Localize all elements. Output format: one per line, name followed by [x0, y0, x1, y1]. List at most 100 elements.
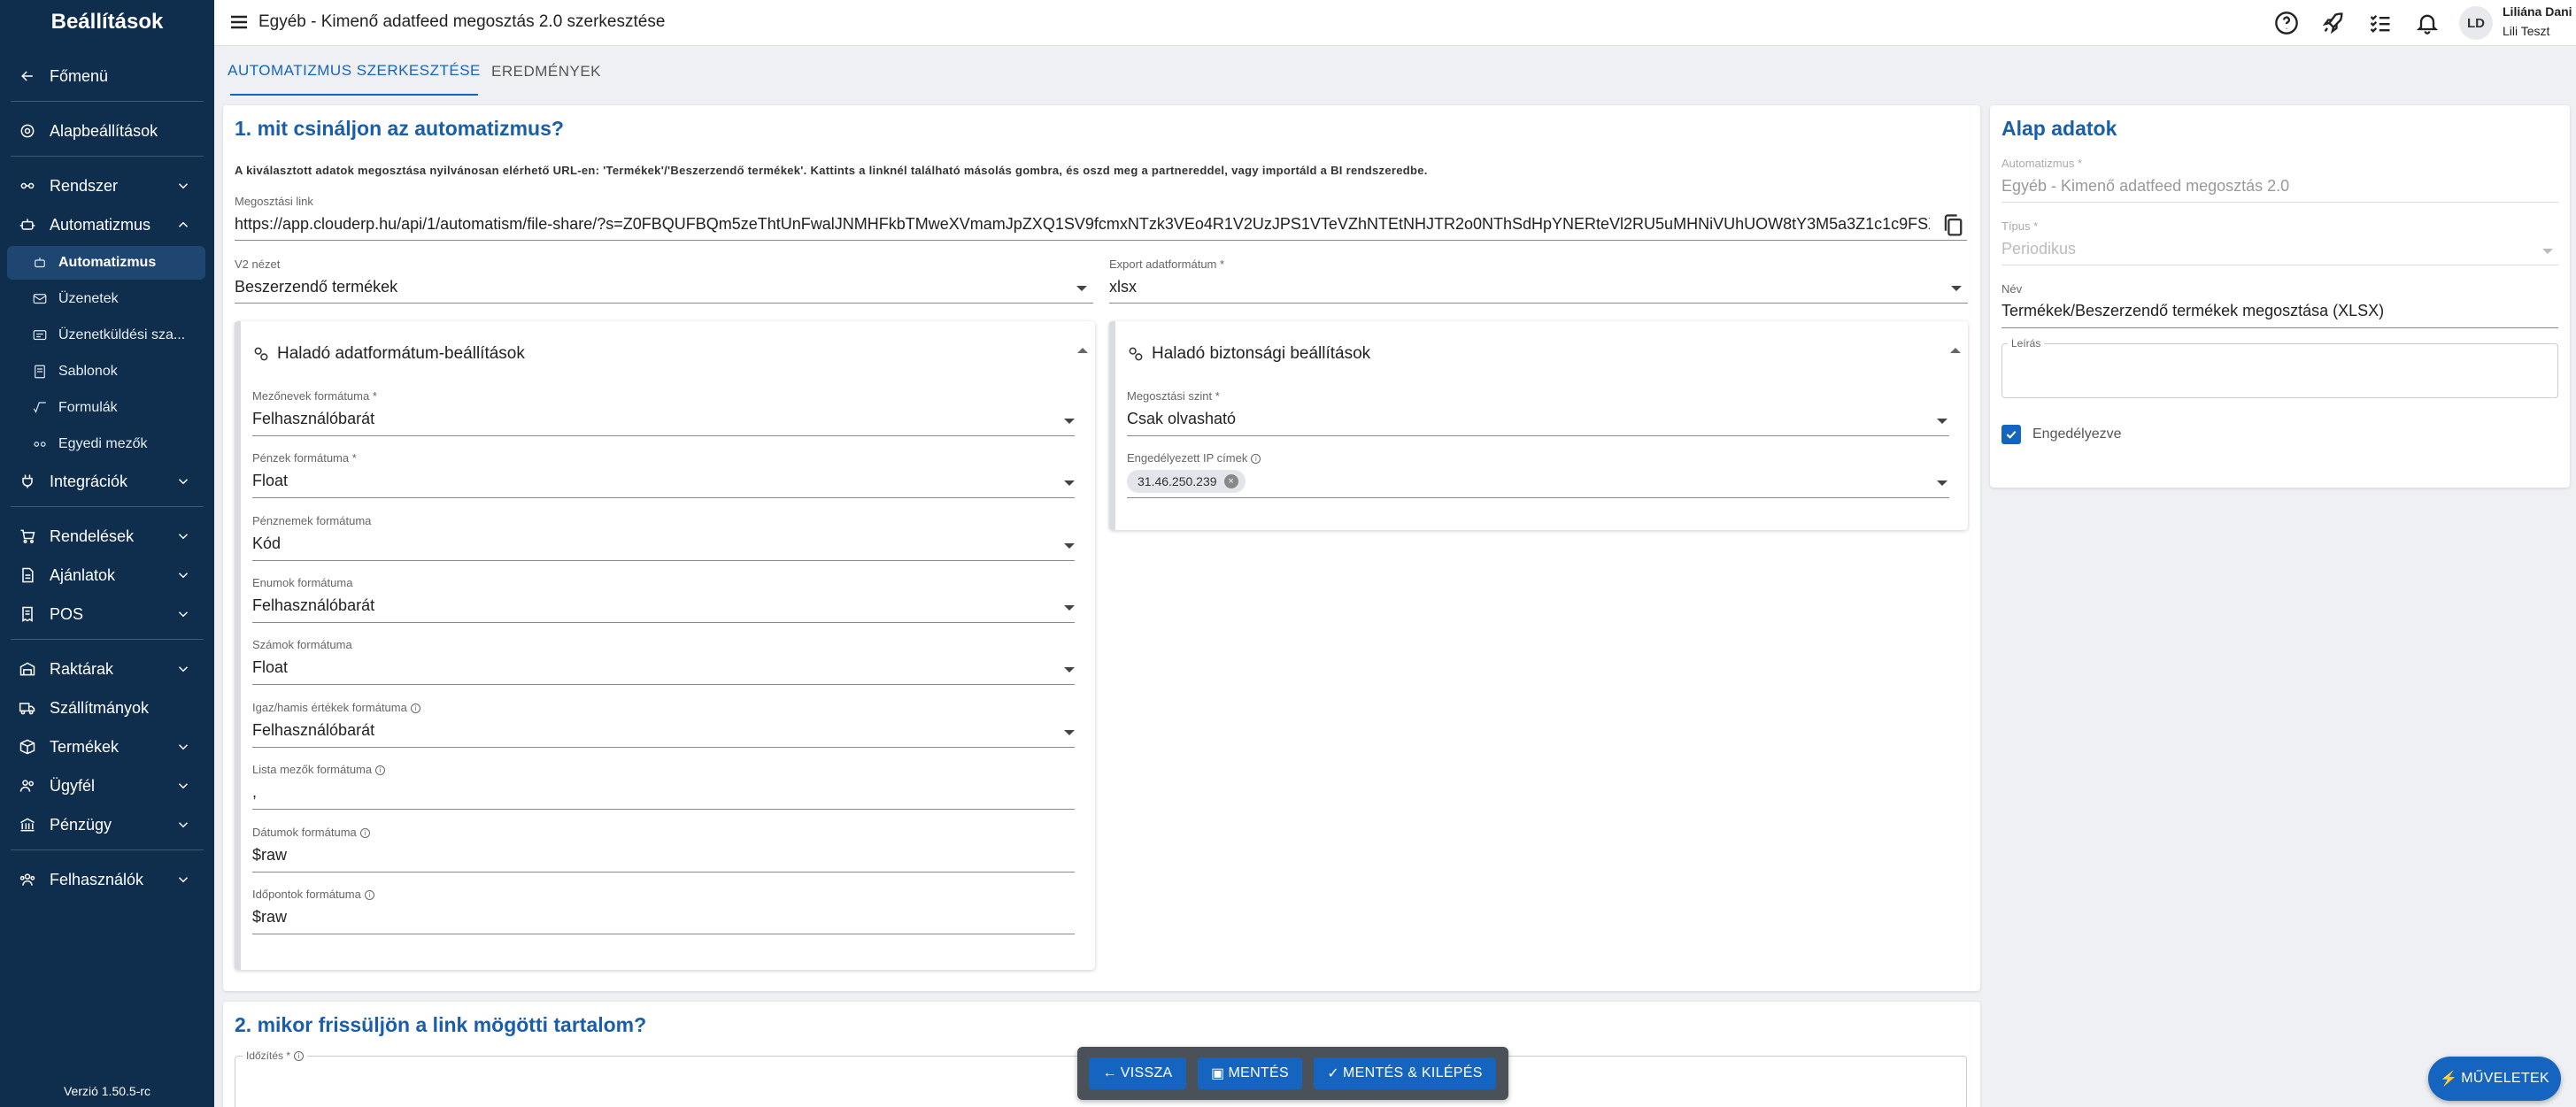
sidebar-subitem-label: Egyedi mezők: [58, 436, 148, 451]
number-format-label: Számok formátuma: [252, 638, 352, 651]
sidebar-item-label: Rendszer: [50, 176, 119, 195]
caret-down-icon: [1064, 480, 1075, 486]
advanced-format-toggle[interactable]: Haladó adatformátum-beállítások: [252, 344, 525, 364]
field-underline: [2001, 202, 2558, 203]
back-button[interactable]: ← VISSZA: [1089, 1057, 1186, 1089]
caret-down-icon: [1064, 667, 1075, 673]
chevron-up-icon: [175, 217, 191, 233]
operations-button[interactable]: ⚡ MŰVELETEK: [2428, 1057, 2561, 1101]
copy-icon[interactable]: [1940, 212, 1965, 239]
caret-down-icon: [1064, 605, 1075, 611]
task-list-icon[interactable]: [2367, 10, 2394, 36]
sidebar-subitem-sablonok[interactable]: Sablonok: [7, 355, 205, 388]
description-textarea[interactable]: [2001, 343, 2558, 398]
name-input[interactable]: Termékek/Beszerzendő termékek megosztása…: [2001, 302, 2550, 320]
users-group-icon: [18, 870, 37, 889]
info-icon[interactable]: i: [410, 703, 420, 714]
save-button[interactable]: ▣ MENTÉS: [1198, 1057, 1302, 1089]
sidebar-subitem-egyedi-mezok[interactable]: Egyedi mezők: [7, 427, 205, 461]
avatar[interactable]: LD: [2459, 6, 2493, 40]
chevron-down-icon: [175, 567, 191, 583]
sidebar-item-felhasznalok[interactable]: Felhasználók: [0, 862, 214, 897]
sidebar-item-raktarak[interactable]: Raktárak: [0, 651, 214, 687]
warehouse-icon: [18, 659, 37, 679]
enabled-checkbox[interactable]: [2001, 425, 2021, 444]
caret-down-icon: [1937, 480, 1947, 486]
v2-view-label: V2 nézet: [235, 258, 281, 271]
datetime-format-input[interactable]: $raw: [252, 908, 1031, 926]
date-format-input[interactable]: $raw: [252, 846, 1031, 865]
info-icon[interactable]: i: [359, 828, 370, 839]
bell-icon[interactable]: [2414, 10, 2441, 36]
enum-format-label: Enumok formátuma: [252, 576, 353, 589]
sidebar-item-termekek[interactable]: Termékek: [0, 729, 214, 765]
share-link-field[interactable]: https://app.clouderp.hu/api/1/automatism…: [235, 215, 1930, 234]
sidebar-item-penzugy[interactable]: Pénzügy: [0, 807, 214, 842]
v2-view-select[interactable]: Beszerzendő termékek: [235, 278, 1084, 296]
sidebar-item-ugyfel[interactable]: Ügyfél: [0, 768, 214, 803]
sidebar-item-szallitmanyok[interactable]: Szállítmányok: [0, 690, 214, 726]
field-names-format-select[interactable]: Felhasználóbarát: [252, 410, 1031, 428]
number-format-select[interactable]: Float: [252, 658, 1031, 677]
sidebar-back-button[interactable]: Főmenü: [0, 58, 214, 94]
sidebar-subitem-formulak[interactable]: Formulák: [7, 391, 205, 425]
tab-eredmenyek[interactable]: EREDMÉNYEK: [489, 47, 604, 96]
sidebar-subitem-uzenetek[interactable]: Üzenetek: [7, 282, 205, 316]
description-label: Leírás: [2008, 337, 2045, 350]
sidebar-item-rendszer[interactable]: Rendszer: [0, 168, 214, 204]
field-underline: [252, 435, 1075, 436]
cart-icon: [18, 527, 37, 546]
chip-remove-icon[interactable]: ×: [1223, 474, 1238, 488]
gears-icon: [254, 347, 268, 361]
collapse-icon[interactable]: [1950, 348, 1961, 353]
template-icon: [32, 364, 48, 380]
check-icon: [2006, 430, 2017, 439]
info-icon[interactable]: i: [1251, 454, 1261, 465]
document-icon: [18, 565, 37, 585]
enum-format-select[interactable]: Felhasználóbarát: [252, 596, 1031, 615]
sidebar-item-ajanlatok[interactable]: Ajánlatok: [0, 557, 214, 593]
caret-down-icon: [1951, 286, 1962, 291]
type-label: Típus *: [2001, 219, 2039, 233]
ip-chip[interactable]: 31.46.250.239 ×: [1127, 470, 1246, 493]
sidebar-item-label: Alapbeállítások: [50, 121, 158, 140]
field-underline: [252, 809, 1075, 810]
info-icon[interactable]: i: [294, 1051, 305, 1062]
sidebar-subitem-uzenetkuldesi[interactable]: Üzenetküldési sza...: [7, 319, 205, 352]
sidebar-subitem-automatizmus[interactable]: Automatizmus: [7, 246, 205, 280]
info-icon[interactable]: i: [375, 765, 386, 776]
arrow-left-icon: [18, 66, 37, 86]
info-icon[interactable]: i: [364, 890, 374, 901]
truck-icon: [18, 698, 37, 718]
sidebar-subitem-label: Formulák: [58, 400, 118, 415]
basic-data-card: Alap adatok Automatizmus * Egyéb - Kimen…: [1990, 105, 2570, 488]
share-level-label: Megosztási szint *: [1127, 389, 1220, 403]
sidebar-subitem-label: Automatizmus: [58, 255, 157, 270]
gear-icon: [18, 121, 37, 141]
version-label: Verzió 1.50.5-rc: [63, 1084, 151, 1098]
share-level-select[interactable]: Csak olvasható: [1127, 410, 1906, 428]
collapse-icon[interactable]: [1077, 348, 1088, 353]
sidebar-item-rendelesek[interactable]: Rendelések: [0, 519, 214, 554]
export-format-label: Export adatformátum *: [1109, 258, 1225, 271]
menu-icon[interactable]: [228, 12, 250, 33]
advanced-security-toggle[interactable]: Haladó biztonsági beállítások: [1127, 344, 1370, 364]
rocket-icon[interactable]: [2320, 10, 2347, 36]
bank-icon: [18, 815, 37, 834]
custom-fields-icon: [32, 436, 48, 452]
sidebar-item-integraciok[interactable]: Integrációk: [0, 464, 214, 499]
boolean-format-select[interactable]: Felhasználóbarát: [252, 721, 1031, 740]
automatism-label: Automatizmus *: [2001, 157, 2083, 170]
tab-automatizmus-szerkesztese[interactable]: AUTOMATIZMUS SZERKESZTÉSE: [228, 47, 480, 96]
sidebar-item-label: Felhasználók: [50, 870, 144, 888]
list-format-input[interactable]: ,: [252, 783, 1031, 802]
help-icon[interactable]: [2273, 10, 2300, 36]
sidebar-item-pos[interactable]: POS: [0, 596, 214, 632]
export-format-select[interactable]: xlsx: [1109, 278, 1950, 296]
save-exit-button[interactable]: ✓ MENTÉS & KILÉPÉS: [1314, 1057, 1496, 1089]
sidebar-item-automatizmus[interactable]: Automatizmus: [0, 207, 214, 242]
currency-format-select[interactable]: Kód: [252, 534, 1031, 553]
sidebar-item-alapbeallitasok[interactable]: Alapbeállítások: [0, 113, 214, 149]
money-format-select[interactable]: Float: [252, 472, 1031, 490]
chevron-down-icon: [175, 872, 191, 888]
